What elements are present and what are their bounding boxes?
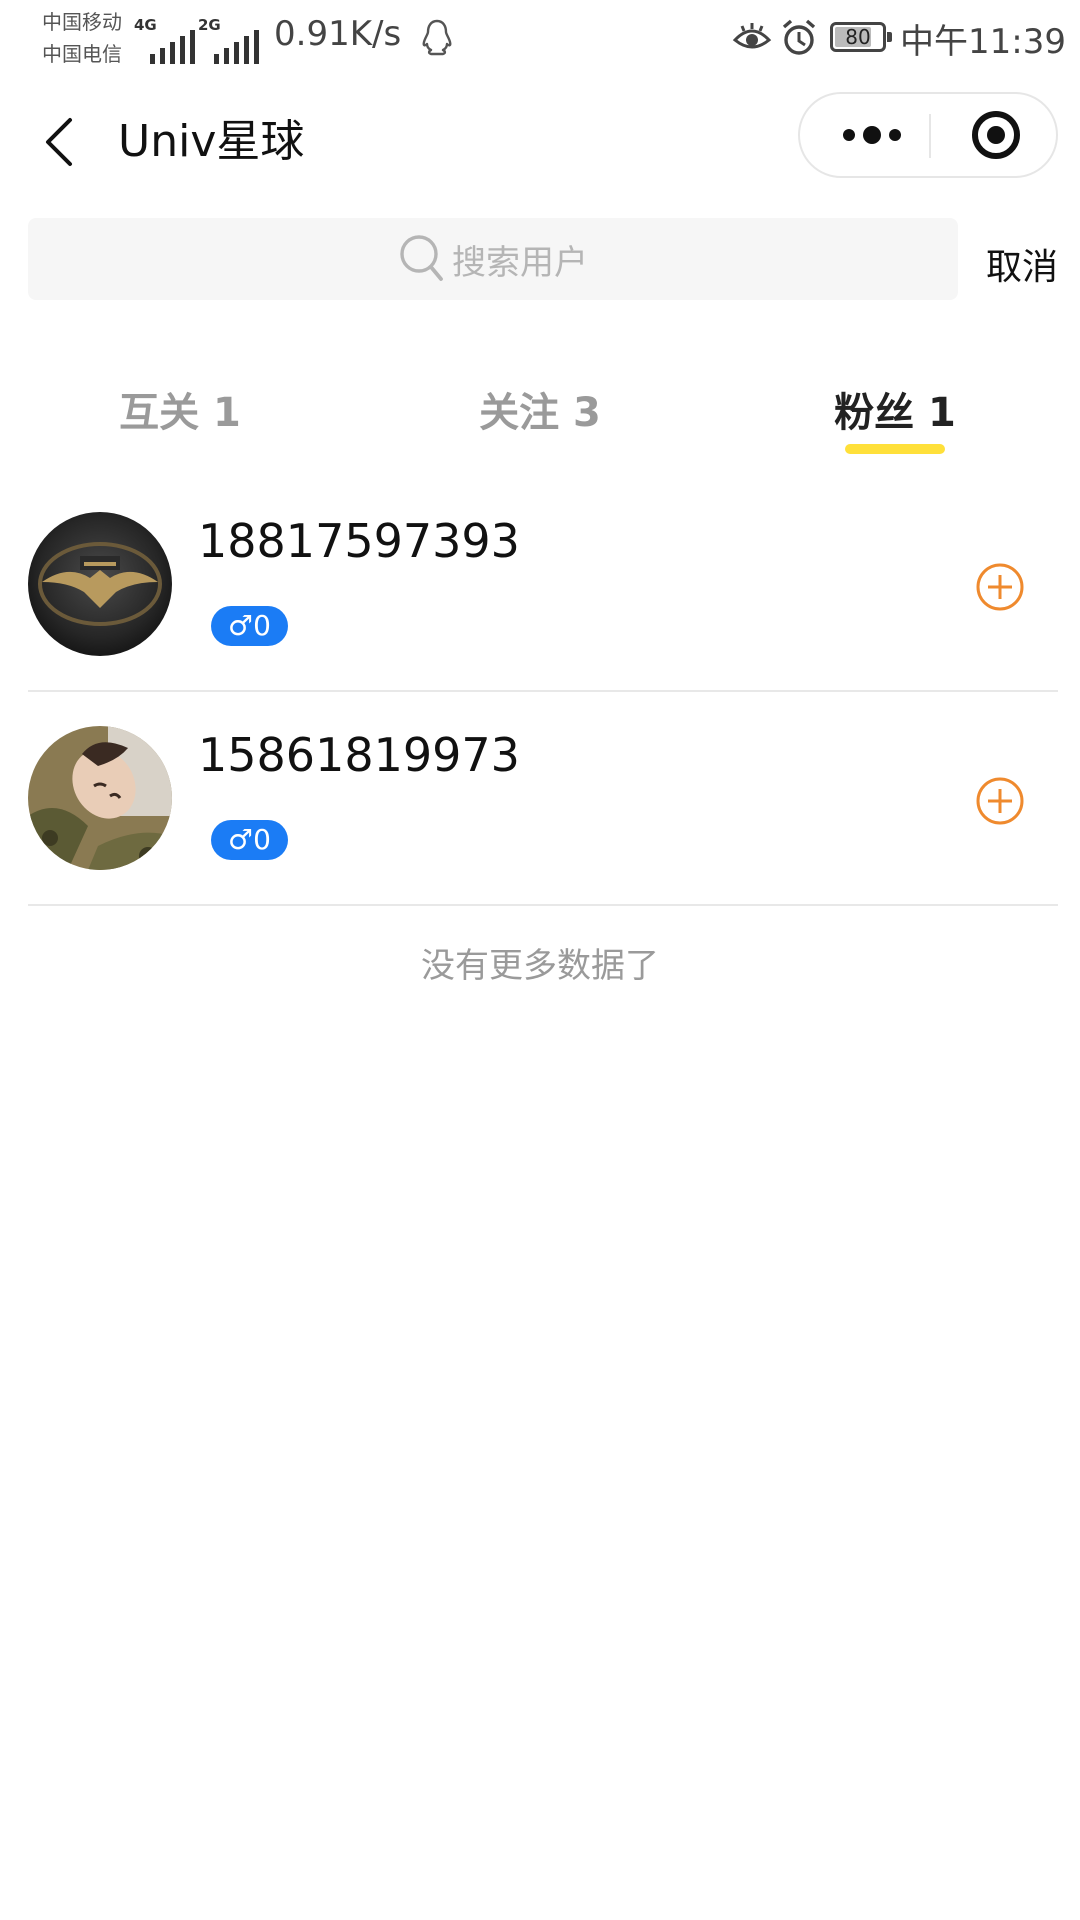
target-icon[interactable] xyxy=(954,94,1038,176)
back-arrow-icon[interactable] xyxy=(36,112,86,172)
search-icon xyxy=(400,235,443,281)
battery-text: 80 xyxy=(845,25,871,49)
tab-bar: 互关 1 关注 3 粉丝 1 xyxy=(0,362,1080,462)
list-item[interactable]: 15861819973 ♂0 xyxy=(0,714,1080,928)
carrier-names: 中国移动 中国电信 xyxy=(42,6,122,70)
carrier-1: 中国移动 xyxy=(42,10,122,34)
row-divider xyxy=(28,904,1058,906)
list-item[interactable]: 18817597393 ♂0 xyxy=(0,500,1080,714)
battery-icon: 80 xyxy=(830,22,892,52)
no-more-data-text: 没有更多数据了 xyxy=(421,946,659,986)
page-title: Univ星球 xyxy=(118,116,305,167)
tab-mutual[interactable]: 互关 1 xyxy=(50,380,310,438)
user-name: 18817597393 xyxy=(198,514,520,568)
gender-badge: ♂0 xyxy=(211,606,288,646)
cancel-button[interactable]: 取消 xyxy=(986,238,1058,290)
gender-badge: ♂0 xyxy=(211,820,288,860)
active-tab-indicator xyxy=(845,444,945,454)
qq-penguin-icon xyxy=(422,19,452,56)
carrier-2: 中国电信 xyxy=(42,42,122,66)
avatar[interactable] xyxy=(28,512,172,656)
status-bar: 中国移动 中国电信 4G 2G 0.91K/s 80 中午11:39 xyxy=(0,0,1080,76)
network-speed: 0.91K/s xyxy=(274,14,402,54)
add-follow-icon[interactable] xyxy=(974,775,1026,827)
eye-icon xyxy=(732,23,772,49)
clock: 中午11:39 xyxy=(900,22,1066,62)
add-follow-icon[interactable] xyxy=(974,561,1026,613)
avatar[interactable] xyxy=(28,726,172,870)
tab-following[interactable]: 关注 3 xyxy=(410,380,670,438)
user-name: 15861819973 xyxy=(198,728,520,782)
nav-bar: Univ星球 xyxy=(0,76,1080,206)
tab-fans[interactable]: 粉丝 1 xyxy=(765,380,1025,438)
miniapp-capsule xyxy=(798,92,1058,178)
search-input[interactable]: 搜索用户 xyxy=(28,218,958,300)
search-placeholder: 搜索用户 xyxy=(452,242,588,283)
more-dots-icon[interactable] xyxy=(822,94,922,176)
row-divider xyxy=(28,690,1058,692)
alarm-icon xyxy=(782,19,816,55)
capsule-divider xyxy=(929,114,931,158)
